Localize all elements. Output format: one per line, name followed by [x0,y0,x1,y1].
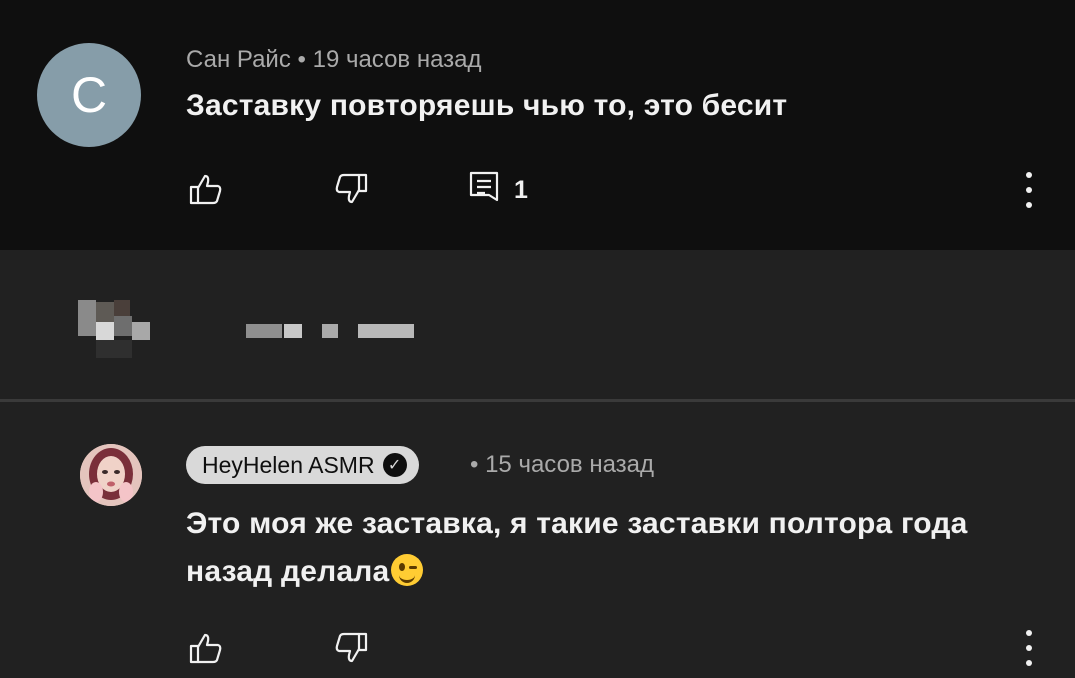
blurred-placeholder [0,252,1075,398]
more-vert-icon[interactable] [1023,170,1033,210]
channel-name-chip[interactable]: HeyHelen ASMR ✓ [186,446,419,484]
reply-count[interactable]: 1 [514,176,528,205]
dislike-icon[interactable] [333,171,369,207]
like-icon[interactable] [188,630,224,666]
winking-face-emoji [391,554,424,586]
meta-separator: • [470,451,479,478]
comment-text: Заставку повторяешь чью то, это бесит [186,89,788,122]
reply-time: 15 часов назад [485,451,655,478]
reply-text-block: Это моя же заставка, я такие заставки по… [186,500,1026,596]
channel-avatar[interactable] [80,444,142,506]
reply-icon[interactable] [467,170,503,206]
dislike-icon[interactable] [333,630,369,666]
channel-name: HeyHelen ASMR [202,451,375,478]
like-icon[interactable] [188,171,224,207]
top-comment-section: С Сан Райс • 19 часов назад Заставку пов… [0,0,1075,250]
comment-meta: Сан Райс • 19 часов назад [186,46,482,74]
author-avatar[interactable]: С [37,43,141,147]
reply-meta: • 15 часов назад [470,451,654,479]
author-name[interactable]: Сан Райс [186,46,291,73]
section-divider [0,399,1075,402]
comment-time: 19 часов назад [312,46,482,73]
more-vert-icon[interactable] [1023,628,1033,668]
reply-text: Это моя же заставка, я такие заставки по… [186,507,968,588]
meta-separator: • [297,46,306,73]
check-icon: ✓ [382,453,407,477]
